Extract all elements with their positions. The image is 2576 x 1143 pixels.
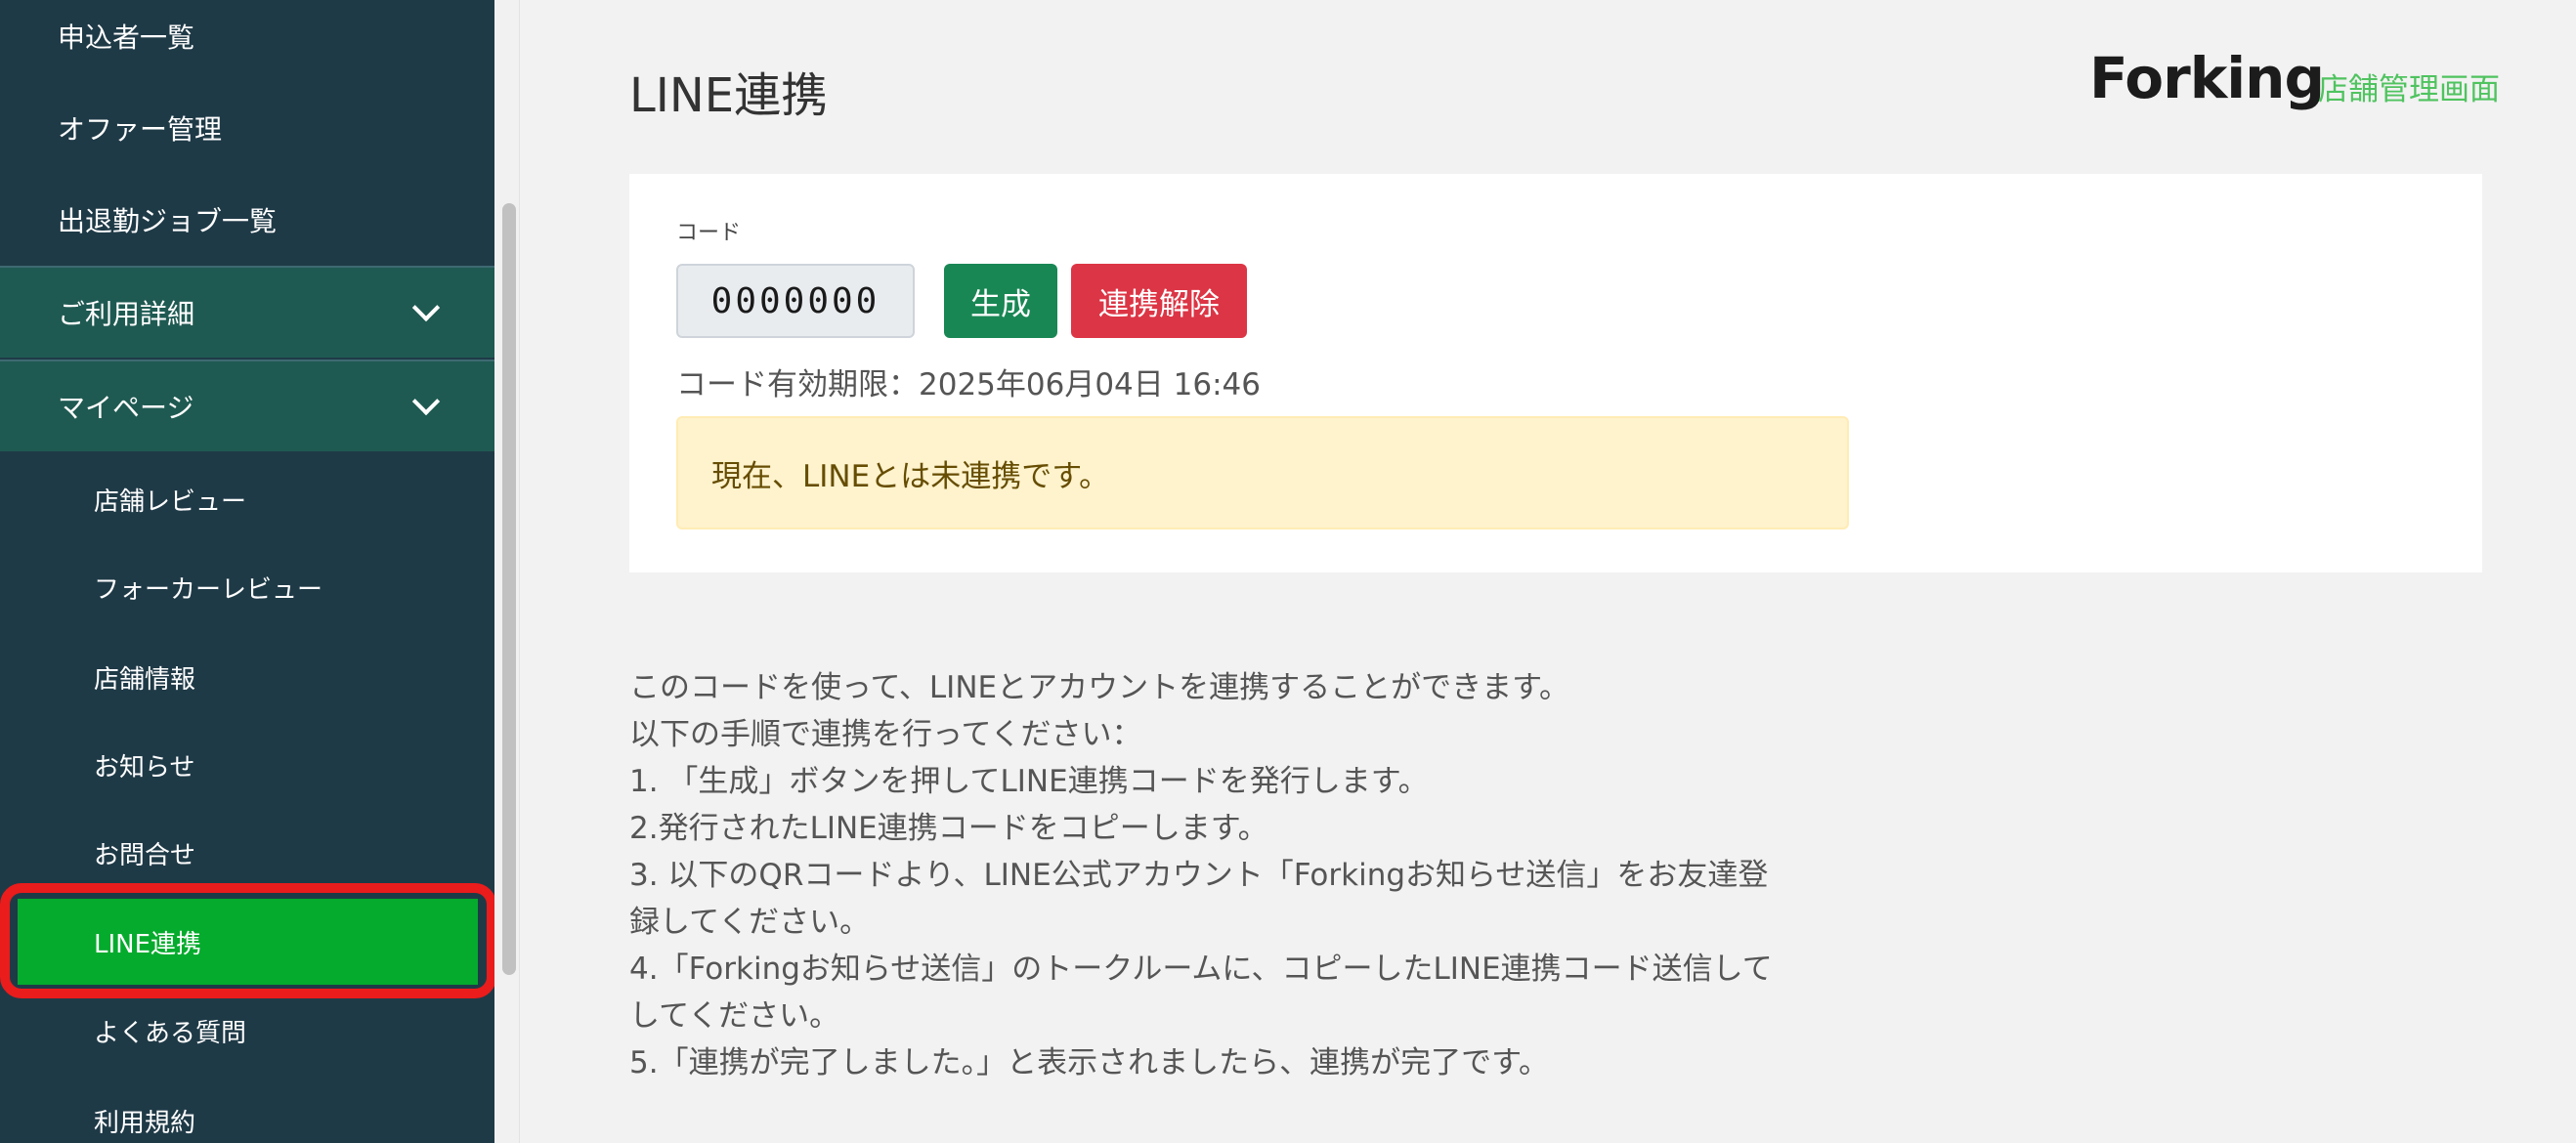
sidebar-item-offers[interactable]: オファー管理 bbox=[0, 82, 494, 174]
instruction-line: 以下の手順で連携を行ってください： bbox=[629, 717, 1142, 752]
sidebar-item-label: 店舗情報 bbox=[94, 664, 196, 695]
sidebar-item-label: オファー管理 bbox=[58, 113, 223, 146]
link-status-alert: 現在、LINEとは未連携です。 bbox=[676, 416, 1849, 529]
instruction-line: 録してください。 bbox=[629, 905, 871, 940]
sidebar-item-label: 申込者一覧 bbox=[58, 21, 195, 54]
sidebar-section-mypage[interactable]: マイページ bbox=[0, 360, 494, 451]
sidebar-item-label: お知らせ bbox=[94, 752, 195, 783]
instruction-line: このコードを使って、LINEとアカウントを連携することができます。 bbox=[629, 670, 1569, 705]
scrollbar-thumb[interactable] bbox=[502, 203, 516, 975]
line-link-card: コード 0000000 生成 連携解除 コード有効期限：2025年06月04日 … bbox=[629, 174, 2482, 572]
chevron-down-icon bbox=[411, 293, 441, 322]
sidebar-item-label: フォーカーレビュー bbox=[94, 574, 323, 605]
sidebar-item-faq[interactable]: よくある質問 bbox=[0, 987, 494, 1075]
instruction-line: 3. 以下のQRコードより、LINE公式アカウント「Forkingお知らせ送信」… bbox=[629, 858, 1769, 893]
sidebar-item-terms[interactable]: 利用規約 bbox=[0, 1077, 494, 1143]
sidebar-item-store-reviews[interactable]: 店舗レビュー bbox=[0, 455, 494, 543]
chevron-down-icon bbox=[411, 387, 441, 416]
sidebar-item-applicants[interactable]: 申込者一覧 bbox=[0, 0, 494, 82]
page-title: LINE連携 bbox=[629, 68, 829, 123]
sidebar-item-forker-reviews[interactable]: フォーカーレビュー bbox=[0, 543, 494, 631]
sidebar-item-label: 出退勤ジョブ一覧 bbox=[58, 205, 278, 237]
instruction-line: 4.「Forkingお知らせ送信」のトークルームに、コピーしたLINE連携コード… bbox=[629, 952, 1773, 987]
sidebar-section-usage-details[interactable]: ご利用詳細 bbox=[0, 266, 494, 358]
sidebar-item-attendance-jobs[interactable]: 出退勤ジョブ一覧 bbox=[0, 174, 494, 266]
sidebar-item-store-info[interactable]: 店舗情報 bbox=[0, 633, 494, 721]
generate-button[interactable]: 生成 bbox=[944, 264, 1057, 338]
code-label: コード bbox=[676, 221, 742, 245]
unlink-button[interactable]: 連携解除 bbox=[1071, 264, 1247, 338]
sidebar-scrollbar[interactable] bbox=[494, 0, 520, 1143]
sidebar-item-label: 店舗レビュー bbox=[94, 487, 247, 517]
logo-subtitle: 店舗管理画面 bbox=[2318, 72, 2500, 107]
logo: Forking bbox=[2089, 45, 2325, 111]
sidebar-item-notices[interactable]: お知らせ bbox=[0, 721, 494, 809]
instruction-line: 5.「連携が完了しました。」と表示されましたら、連携が完了です。 bbox=[629, 1045, 1549, 1080]
instruction-line: してください。 bbox=[629, 998, 840, 1034]
alert-text: 現在、LINEとは未連携です。 bbox=[711, 458, 1110, 494]
instructions: このコードを使って、LINEとアカウントを連携することができます。 以下の手順で… bbox=[629, 664, 1831, 1086]
sidebar-section-label: マイページ bbox=[58, 392, 194, 424]
sidebar-item-label: 利用規約 bbox=[94, 1108, 196, 1138]
sidebar-section-label: ご利用詳細 bbox=[58, 298, 195, 330]
active-item-highlight bbox=[0, 883, 496, 998]
code-field[interactable]: 0000000 bbox=[676, 264, 915, 338]
sidebar-item-label: お問合せ bbox=[94, 840, 196, 870]
code-expiry: コード有効期限：2025年06月04日 16:46 bbox=[676, 367, 1261, 402]
instruction-line: 2.発行されたLINE連携コードをコピーします。 bbox=[629, 811, 1268, 846]
sidebar-item-label: よくある質問 bbox=[94, 1018, 247, 1048]
instruction-line: 1. 「生成」ボタンを押してLINE連携コードを発行します。 bbox=[629, 764, 1429, 799]
